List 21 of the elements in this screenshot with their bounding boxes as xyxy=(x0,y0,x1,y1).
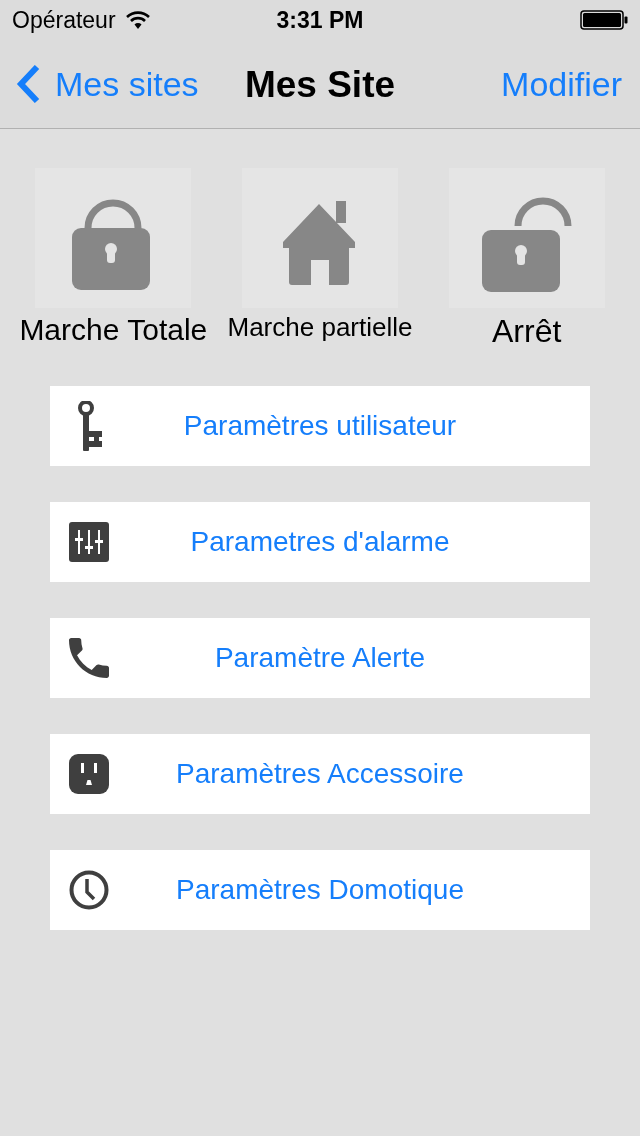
back-button[interactable]: Mes sites xyxy=(0,65,213,103)
settings-menu-item[interactable]: Paramètres utilisateur xyxy=(50,385,590,466)
sliders-icon xyxy=(69,521,109,562)
edit-button[interactable]: Modifier xyxy=(501,67,622,101)
settings-menu-item[interactable]: Paramètres Accessoire xyxy=(50,733,590,814)
clock-icon xyxy=(69,869,109,910)
page-title: Mes Site xyxy=(243,65,397,103)
mode-button[interactable]: Arrêt xyxy=(423,168,630,350)
settings-menu-item[interactable]: Paramètres Domotique xyxy=(50,849,590,930)
back-chevron-icon xyxy=(16,65,40,103)
key-icon xyxy=(76,400,102,451)
settings-menu-item[interactable]: Paramètre Alerte xyxy=(50,617,590,698)
status-time: 3:31 PM xyxy=(275,8,365,32)
settings-menu-item[interactable]: Parametres d'alarme xyxy=(50,501,590,582)
phone-icon xyxy=(69,637,109,678)
power-outlet-icon xyxy=(69,753,109,794)
mode-button[interactable]: Marche partielle xyxy=(216,168,424,350)
carrier-name: Opérateur xyxy=(12,8,116,32)
mode-button[interactable]: Marche Totale xyxy=(10,168,217,350)
battery-icon xyxy=(580,10,628,30)
wifi-icon xyxy=(125,11,150,29)
